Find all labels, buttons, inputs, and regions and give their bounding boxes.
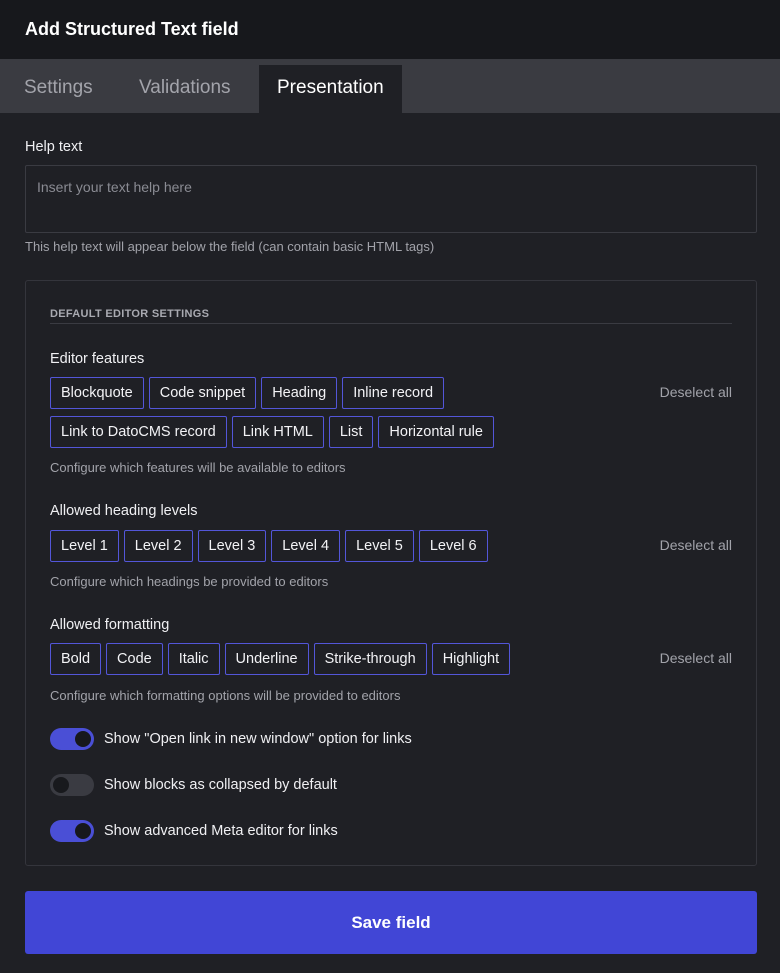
- formatting-deselect-all[interactable]: Deselect all: [660, 650, 732, 666]
- toggle-row-blocks-collapsed: Show blocks as collapsed by default: [50, 774, 337, 796]
- chip-underline[interactable]: Underline: [224, 643, 309, 675]
- chip-level-6[interactable]: Level 6: [418, 530, 488, 562]
- chip-level-4[interactable]: Level 4: [271, 530, 341, 562]
- chip-italic[interactable]: Italic: [167, 643, 220, 675]
- chip-list[interactable]: List: [328, 416, 374, 448]
- chip-level-1[interactable]: Level 1: [50, 530, 119, 562]
- chip-horizontal-rule[interactable]: Horizontal rule: [378, 416, 494, 448]
- chip-inline-record[interactable]: Inline record: [342, 377, 445, 409]
- blocks-collapsed-toggle[interactable]: [50, 774, 94, 796]
- blocks-collapsed-label: Show blocks as collapsed by default: [104, 777, 337, 793]
- toggle-knob: [75, 731, 91, 747]
- heading-levels-deselect-all[interactable]: Deselect all: [660, 537, 732, 553]
- save-field-button[interactable]: Save field: [25, 891, 757, 954]
- chip-heading[interactable]: Heading: [261, 377, 338, 409]
- formatting-chips: Bold Code Italic Underline Strike-throug…: [50, 643, 511, 675]
- editor-features-hint: Configure which features will be availab…: [50, 460, 346, 475]
- panel-divider: [50, 323, 732, 324]
- advanced-meta-editor-toggle[interactable]: [50, 820, 94, 842]
- open-link-new-window-label: Show "Open link in new window" option fo…: [104, 731, 412, 747]
- chip-code-snippet[interactable]: Code snippet: [148, 377, 257, 409]
- help-text-hint: This help text will appear below the fie…: [25, 239, 435, 254]
- toggle-row-advanced-meta-editor: Show advanced Meta editor for links: [50, 820, 338, 842]
- chip-level-3[interactable]: Level 3: [197, 530, 267, 562]
- editor-features-deselect-all[interactable]: Deselect all: [660, 384, 732, 400]
- heading-levels-hint: Configure which headings be provided to …: [50, 574, 329, 589]
- chip-link-to-datocms-record[interactable]: Link to DatoCMS record: [50, 416, 227, 448]
- open-link-new-window-toggle[interactable]: [50, 728, 94, 750]
- tab-bar: Settings Validations Presentation: [0, 59, 780, 113]
- heading-levels-label: Allowed heading levels: [50, 503, 198, 519]
- tab-presentation[interactable]: Presentation: [259, 65, 402, 113]
- help-text-input[interactable]: [25, 165, 757, 233]
- panel-title: DEFAULT EDITOR SETTINGS: [50, 308, 210, 320]
- toggle-row-open-link-new-window: Show "Open link in new window" option fo…: [50, 728, 412, 750]
- formatting-hint: Configure which formatting options will …: [50, 688, 401, 703]
- modal-title: Add Structured Text field: [25, 19, 239, 39]
- tab-validations[interactable]: Validations: [121, 65, 249, 113]
- help-text-label: Help text: [25, 139, 83, 155]
- chip-level-5[interactable]: Level 5: [345, 530, 414, 562]
- tab-settings[interactable]: Settings: [6, 65, 111, 113]
- advanced-meta-editor-label: Show advanced Meta editor for links: [104, 823, 338, 839]
- chip-blockquote[interactable]: Blockquote: [50, 377, 144, 409]
- editor-features-label: Editor features: [50, 351, 145, 367]
- chip-bold[interactable]: Bold: [50, 643, 102, 675]
- toggle-knob: [53, 777, 69, 793]
- chip-link-html[interactable]: Link HTML: [231, 416, 324, 448]
- editor-features-chips-row-2: Link to DatoCMS record Link HTML List Ho…: [50, 416, 494, 448]
- chip-code[interactable]: Code: [106, 643, 163, 675]
- editor-features-chips-row-1: Blockquote Code snippet Heading Inline r…: [50, 377, 445, 409]
- chip-strike-through[interactable]: Strike-through: [313, 643, 427, 675]
- chip-highlight[interactable]: Highlight: [431, 643, 511, 675]
- formatting-label: Allowed formatting: [50, 617, 170, 633]
- default-editor-settings-panel: DEFAULT EDITOR SETTINGS Editor features …: [25, 280, 757, 866]
- toggle-knob: [75, 823, 91, 839]
- modal-header: Add Structured Text field: [0, 0, 780, 59]
- chip-level-2[interactable]: Level 2: [123, 530, 193, 562]
- heading-levels-chips: Level 1 Level 2 Level 3 Level 4 Level 5 …: [50, 530, 488, 562]
